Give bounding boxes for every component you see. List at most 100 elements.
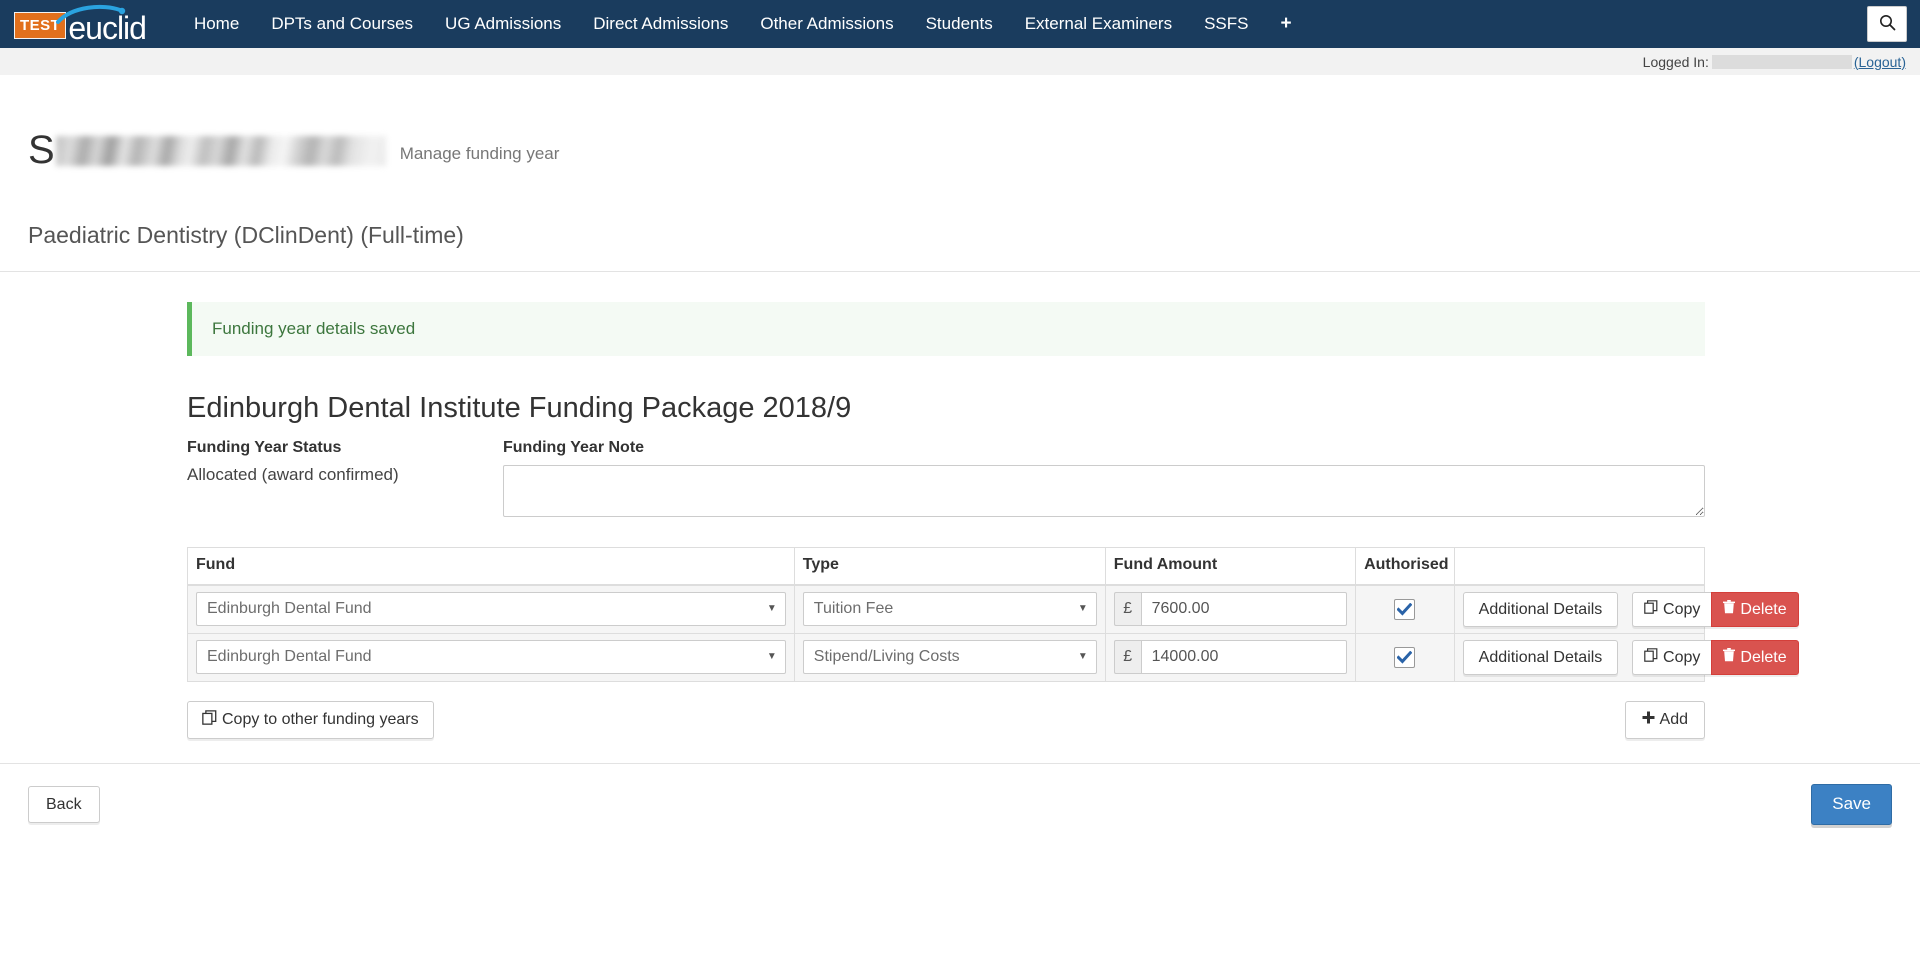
type-select[interactable]: Stipend/Living Costs ▼ — [803, 640, 1097, 674]
nav-item-dpts-and-courses[interactable]: DPTs and Courses — [255, 0, 429, 48]
page-title: S — [28, 130, 386, 170]
funding-lines-table: Fund Type Fund Amount Authorised Edinbur… — [187, 547, 1705, 682]
row-button-group: Copy Delete — [1632, 640, 1799, 675]
add-funding-line-button[interactable]: Add — [1625, 701, 1705, 738]
nav-item-students[interactable]: Students — [910, 0, 1009, 48]
copy-to-other-funding-years-label: Copy to other funding years — [222, 710, 419, 729]
fund-select-value: Edinburgh Dental Fund — [207, 600, 372, 618]
nav-item-ug-admissions[interactable]: UG Admissions — [429, 0, 577, 48]
cell-actions: Additional Details Copy — [1454, 585, 1704, 634]
fund-amount-input[interactable] — [1141, 592, 1347, 626]
column-header-type: Type — [794, 547, 1105, 585]
cell-authorised — [1356, 633, 1455, 681]
amount-input-group: £ — [1114, 592, 1347, 626]
currency-symbol: £ — [1114, 640, 1141, 674]
delete-row-button[interactable]: Delete — [1711, 640, 1798, 675]
table-row: Edinburgh Dental Fund ▼ Stipend/Living C… — [188, 633, 1705, 681]
chevron-down-icon: ▼ — [1078, 652, 1088, 662]
success-alert: Funding year details saved — [187, 302, 1705, 356]
chevron-down-icon: ▼ — [767, 652, 777, 662]
fund-select[interactable]: Edinburgh Dental Fund ▼ — [196, 640, 786, 674]
add-funding-line-label: Add — [1660, 710, 1688, 729]
course-programme-line: Paediatric Dentistry (DClinDent) (Full-t… — [28, 222, 1892, 249]
chevron-down-icon: ▼ — [1078, 604, 1088, 614]
page-bottom-bar: Back Save — [0, 763, 1920, 824]
authorised-checkbox[interactable] — [1394, 647, 1415, 668]
funding-lines-table-body: Edinburgh Dental Fund ▼ Tuition Fee ▼ £ — [188, 585, 1705, 682]
search-button[interactable] — [1867, 6, 1907, 42]
additional-details-button[interactable]: Additional Details — [1463, 640, 1619, 675]
funding-year-note-label: Funding Year Note — [503, 439, 1705, 457]
cell-fund: Edinburgh Dental Fund ▼ — [188, 633, 795, 681]
login-status-bar: Logged In: (Logout) — [0, 48, 1920, 75]
funding-year-note-field: Funding Year Note — [503, 439, 1705, 522]
funding-year-note-input[interactable] — [503, 465, 1705, 517]
copy-row-label: Copy — [1663, 600, 1700, 619]
row-button-group: Copy Delete — [1632, 592, 1799, 627]
column-header-actions — [1454, 547, 1704, 585]
cell-type: Tuition Fee ▼ — [794, 585, 1105, 634]
authorised-checkbox[interactable] — [1394, 599, 1415, 620]
nav-item-other-admissions[interactable]: Other Admissions — [744, 0, 909, 48]
trash-icon — [1723, 648, 1735, 667]
brand-logo[interactable]: TEST euclid — [10, 0, 152, 48]
top-navbar: TEST euclid Home DPTs and Courses UG Adm… — [0, 0, 1920, 48]
funding-year-status-label: Funding Year Status — [187, 439, 503, 457]
success-alert-message: Funding year details saved — [212, 319, 415, 338]
type-select[interactable]: Tuition Fee ▼ — [803, 592, 1097, 626]
nav-item-external-examiners[interactable]: External Examiners — [1009, 0, 1188, 48]
fund-amount-input[interactable] — [1141, 640, 1347, 674]
delete-row-button[interactable]: Delete — [1711, 592, 1798, 627]
copy-to-other-funding-years-button[interactable]: Copy to other funding years — [187, 701, 434, 739]
logged-in-username — [1712, 55, 1852, 69]
delete-row-label: Delete — [1740, 600, 1786, 619]
save-button[interactable]: Save — [1811, 784, 1892, 824]
funding-lines-table-head: Fund Type Fund Amount Authorised — [188, 547, 1705, 585]
cell-type: Stipend/Living Costs ▼ — [794, 633, 1105, 681]
page-header-region: S Manage funding year Paediatric Dentist… — [0, 75, 1920, 249]
additional-details-button[interactable]: Additional Details — [1463, 592, 1619, 627]
copy-icon — [202, 710, 217, 730]
page-title-redacted-name — [56, 136, 386, 166]
search-icon — [1879, 14, 1896, 34]
type-select-value: Tuition Fee — [814, 600, 893, 618]
cell-authorised — [1356, 585, 1455, 634]
funding-year-status-field: Funding Year Status Allocated (award con… — [187, 439, 503, 522]
copy-row-button[interactable]: Copy — [1632, 640, 1711, 675]
page-header: S Manage funding year — [28, 75, 1892, 197]
logged-in-label: Logged In: — [1643, 54, 1709, 70]
chevron-down-icon: ▼ — [767, 604, 777, 614]
column-header-fund: Fund — [188, 547, 795, 585]
table-row: Edinburgh Dental Fund ▼ Tuition Fee ▼ £ — [188, 585, 1705, 634]
nav-item-direct-admissions[interactable]: Direct Admissions — [577, 0, 744, 48]
form-container: Funding year details saved Edinburgh Den… — [187, 302, 1705, 740]
logout-link[interactable]: (Logout) — [1854, 54, 1906, 70]
main-content: Funding year details saved Edinburgh Den… — [0, 302, 1920, 740]
funding-meta-row: Funding Year Status Allocated (award con… — [187, 439, 1705, 522]
nav-item-ssfs[interactable]: SSFS — [1188, 0, 1264, 48]
brand-name: euclid — [68, 12, 146, 44]
plus-icon — [1642, 710, 1655, 729]
fund-select[interactable]: Edinburgh Dental Fund ▼ — [196, 592, 786, 626]
trash-icon — [1723, 600, 1735, 619]
cell-amount: £ — [1105, 585, 1355, 634]
column-header-amount: Fund Amount — [1105, 547, 1355, 585]
page-subtitle: Manage funding year — [400, 144, 560, 164]
header-divider — [0, 271, 1920, 272]
brand-test-badge: TEST — [14, 12, 66, 39]
nav-item-home[interactable]: Home — [178, 0, 255, 48]
plus-icon[interactable]: + — [1265, 0, 1308, 48]
table-footer-actions: Copy to other funding years Add — [187, 701, 1705, 739]
cell-actions: Additional Details Copy — [1454, 633, 1704, 681]
delete-row-label: Delete — [1740, 648, 1786, 667]
copy-row-label: Copy — [1663, 648, 1700, 667]
back-button[interactable]: Back — [28, 786, 100, 823]
copy-icon — [1644, 648, 1658, 667]
table-header-row: Fund Type Fund Amount Authorised — [188, 547, 1705, 585]
type-select-value: Stipend/Living Costs — [814, 648, 960, 666]
cell-fund: Edinburgh Dental Fund ▼ — [188, 585, 795, 634]
page-title-initial: S — [28, 130, 55, 170]
fund-select-value: Edinburgh Dental Fund — [207, 648, 372, 666]
copy-row-button[interactable]: Copy — [1632, 592, 1711, 627]
currency-symbol: £ — [1114, 592, 1141, 626]
